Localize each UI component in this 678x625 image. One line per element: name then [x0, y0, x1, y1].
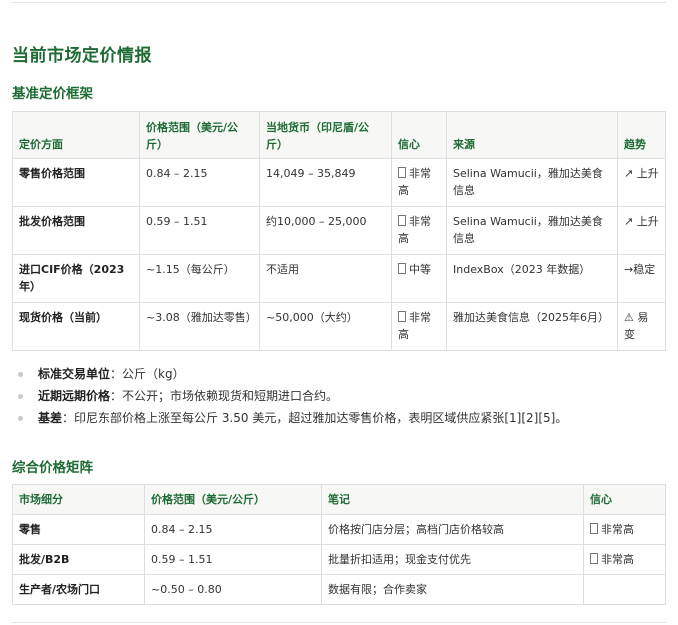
confidence-text: 非常高 — [601, 523, 634, 536]
checkbox-glyph-icon — [398, 311, 406, 322]
table-cell: 价格按门店分层；高档门店价格较高 — [321, 514, 584, 545]
benchmark-pricing-table: 定价方面 价格范围（美元/公斤） 当地货币（印尼盾/公斤） 信心 来源 趋势 零… — [12, 111, 666, 351]
row-label: 零售 — [12, 514, 145, 545]
row-label: 批发/B2B — [12, 544, 145, 575]
header-cell: 价格范围（美元/公斤） — [139, 111, 260, 159]
row-label: 生产者/农场门口 — [12, 574, 145, 605]
table-cell: 14,049 – 35,849 — [259, 158, 392, 207]
confidence-cell: 中等 — [391, 254, 447, 303]
confidence-text: 非常高 — [601, 553, 634, 566]
header-cell: 信心 — [583, 484, 666, 515]
list-item: 近期远期价格：不公开；市场依赖现货和短期进口合约。 — [16, 386, 567, 408]
table-cell: 不适用 — [259, 254, 392, 303]
confidence-cell: 非常高 — [583, 514, 666, 545]
header-cell: 市场细分 — [12, 484, 145, 515]
table-cell: ~3.08（雅加达零售） — [139, 302, 260, 351]
table-row: 现货价格（当前） ~3.08（雅加达零售） ~50,000（大约） 非常高 雅加… — [12, 302, 666, 351]
header-cell: 信心 — [391, 111, 447, 159]
checkbox-glyph-icon — [590, 523, 598, 534]
note-label: 近期远期价格 — [38, 389, 111, 403]
table-header-row: 定价方面 价格范围（美元/公斤） 当地货币（印尼盾/公斤） 信心 来源 趋势 — [12, 111, 666, 159]
table-cell: 批量折扣适用；现金支付优先 — [321, 544, 584, 575]
table-cell: IndexBox（2023 年数据） — [446, 254, 618, 303]
page: 当前市场定价情报 基准定价框架 定价方面 价格范围（美元/公斤） 当地货币（印尼… — [0, 0, 678, 625]
table-row: 生产者/农场门口 ~0.50 – 0.80 数据有限；合作卖家 — [12, 574, 666, 605]
confidence-text: 中等 — [409, 263, 431, 276]
table-cell: 雅加达美食信息（2025年6月） — [446, 302, 618, 351]
header-cell: 定价方面 — [12, 111, 140, 159]
trend-cell: ↗ 上升 — [617, 206, 666, 255]
header-cell: 价格范围（美元/公斤） — [144, 484, 322, 515]
table-row: 零售价格范围 0.84 – 2.15 14,049 – 35,849 非常高 S… — [12, 158, 666, 207]
note-label: 标准交易单位 — [38, 367, 111, 381]
table-cell: 约10,000 – 25,000 — [259, 206, 392, 255]
row-label: 进口CIF价格（2023年） — [12, 254, 140, 303]
table-cell: ~50,000（大约） — [259, 302, 392, 351]
checkbox-glyph-icon — [398, 167, 406, 178]
table-cell: 0.84 – 2.15 — [144, 514, 322, 545]
list-item: 标准交易单位：公斤（kg） — [16, 364, 567, 386]
page-title: 当前市场定价情报 — [12, 46, 152, 66]
header-cell: 当地货币（印尼盾/公斤） — [259, 111, 392, 159]
table-row: 进口CIF价格（2023年） ~1.15（每公斤） 不适用 中等 IndexBo… — [12, 254, 666, 303]
list-item: 基差：印尼东部价格上涨至每公斤 3.50 美元，超过雅加达零售价格，表明区域供应… — [16, 408, 567, 430]
header-cell: 来源 — [446, 111, 618, 159]
trend-cell: →稳定 — [617, 254, 666, 303]
table-cell: 0.59 – 1.51 — [144, 544, 322, 575]
confidence-cell: 非常高 — [391, 302, 447, 351]
table-row: 批发/B2B 0.59 – 1.51 批量折扣适用；现金支付优先 非常高 — [12, 544, 666, 575]
trend-cell: ↗ 上升 — [617, 158, 666, 207]
confidence-cell: 非常高 — [583, 544, 666, 575]
header-cell: 笔记 — [321, 484, 584, 515]
header-cell: 趋势 — [617, 111, 666, 159]
trend-cell: ⚠ 易变 — [617, 302, 666, 351]
note-label: 基差 — [38, 411, 63, 425]
checkbox-glyph-icon — [590, 553, 598, 564]
confidence-cell: 非常高 — [391, 206, 447, 255]
table-cell: 0.59 – 1.51 — [139, 206, 260, 255]
table-cell: ~1.15（每公斤） — [139, 254, 260, 303]
divider-bottom — [12, 622, 666, 623]
table-row: 零售 0.84 – 2.15 价格按门店分层；高档门店价格较高 非常高 — [12, 514, 666, 545]
row-label: 现货价格（当前） — [12, 302, 140, 351]
table-header-row: 市场细分 价格范围（美元/公斤） 笔记 信心 — [12, 484, 666, 515]
table-cell: 0.84 – 2.15 — [139, 158, 260, 207]
section-title-benchmark: 基准定价框架 — [12, 86, 93, 102]
note-text: ：不公开；市场依赖现货和短期进口合约。 — [110, 389, 339, 403]
checkbox-glyph-icon — [398, 215, 406, 226]
divider-top — [12, 2, 666, 3]
checkbox-glyph-icon — [398, 263, 406, 274]
section-title-matrix: 综合价格矩阵 — [12, 460, 93, 476]
confidence-cell — [583, 574, 666, 605]
table-row: 批发价格范围 0.59 – 1.51 约10,000 – 25,000 非常高 … — [12, 206, 666, 255]
price-matrix-table: 市场细分 价格范围（美元/公斤） 笔记 信心 零售 0.84 – 2.15 价格… — [12, 484, 666, 605]
row-label: 批发价格范围 — [12, 206, 140, 255]
table-cell: ~0.50 – 0.80 — [144, 574, 322, 605]
notes-list: 标准交易单位：公斤（kg） 近期远期价格：不公开；市场依赖现货和短期进口合约。 … — [16, 364, 567, 430]
table-cell: 数据有限；合作卖家 — [321, 574, 584, 605]
row-label: 零售价格范围 — [12, 158, 140, 207]
table-cell: Selina Wamucii，雅加达美食信息 — [446, 158, 618, 207]
table-cell: Selina Wamucii，雅加达美食信息 — [446, 206, 618, 255]
confidence-cell: 非常高 — [391, 158, 447, 207]
note-text: ：印尼东部价格上涨至每公斤 3.50 美元，超过雅加达零售价格，表明区域供应紧张… — [62, 411, 568, 425]
note-text: ：公斤（kg） — [110, 367, 185, 381]
